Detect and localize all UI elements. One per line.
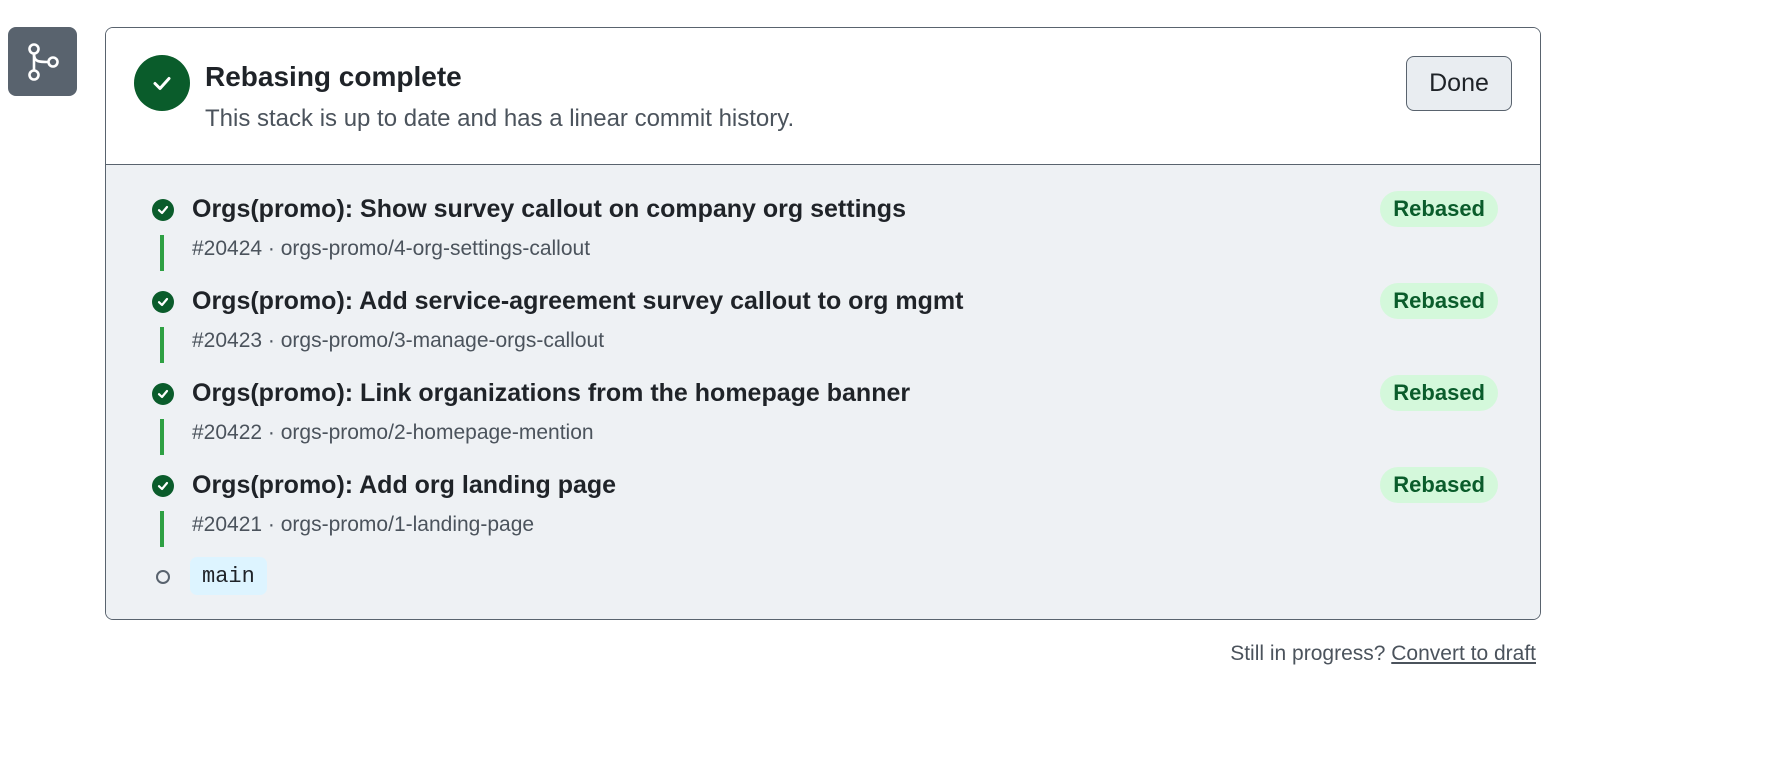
commit-list: Orgs(promo): Show survey callout on comp…: [106, 165, 1540, 619]
commit-title[interactable]: Orgs(promo): Link organizations from the…: [192, 379, 910, 408]
check-icon: [152, 199, 174, 221]
base-branch-label: main: [190, 557, 267, 595]
commit-title[interactable]: Orgs(promo): Show survey callout on comp…: [192, 195, 906, 224]
commit-title[interactable]: Orgs(promo): Add service-agreement surve…: [192, 287, 963, 316]
panel-header: Rebasing complete This stack is up to da…: [106, 28, 1540, 165]
check-icon: [152, 291, 174, 313]
footer: Still in progress? Convert to draft: [1230, 642, 1536, 666]
commit-title[interactable]: Orgs(promo): Add org landing page: [192, 471, 616, 500]
commit-item: Orgs(promo): Add service-agreement surve…: [106, 257, 1540, 363]
commit-meta: #20421 · orgs-promo/1-landing-page: [192, 513, 535, 536]
status-badge: Rebased: [1380, 191, 1498, 227]
commit-item: Orgs(promo): Add org landing page #20421…: [106, 441, 1540, 547]
commit-connector: [160, 511, 164, 547]
done-button[interactable]: Done: [1406, 56, 1512, 111]
convert-to-draft-link[interactable]: Convert to draft: [1391, 642, 1536, 665]
status-badge: Rebased: [1380, 467, 1498, 503]
footer-prompt: Still in progress?: [1230, 642, 1386, 665]
check-circle-icon: [134, 55, 190, 111]
commit-dot-icon: [156, 570, 170, 584]
rebase-page: Rebasing complete This stack is up to da…: [0, 0, 1778, 770]
rebase-panel: Rebasing complete This stack is up to da…: [105, 27, 1541, 620]
status-badge: Rebased: [1380, 283, 1498, 319]
page-subtitle: This stack is up to date and has a linea…: [205, 105, 795, 132]
base-branch-row: main: [106, 557, 1540, 597]
status-badge: Rebased: [1380, 375, 1498, 411]
git-branch-icon: [8, 27, 77, 96]
commit-item: Orgs(promo): Show survey callout on comp…: [106, 165, 1540, 271]
page-title: Rebasing complete: [205, 61, 462, 92]
check-icon: [152, 383, 174, 405]
commit-item: Orgs(promo): Link organizations from the…: [106, 349, 1540, 455]
check-icon: [152, 475, 174, 497]
